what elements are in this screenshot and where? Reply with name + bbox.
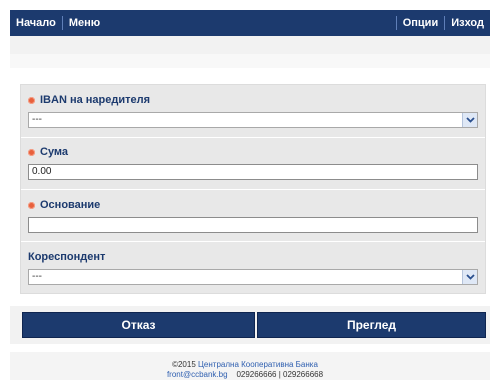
correspondent-select-value: ---: [32, 271, 42, 282]
correspondent-select[interactable]: ---: [28, 269, 478, 285]
payer-iban-select-value: ---: [32, 114, 42, 125]
payer-iban-select[interactable]: ---: [28, 112, 478, 128]
payer-iban-field: IBAN на наредителя ---: [21, 85, 485, 137]
footer-contact-line: front@ccbank.bg 029266666 | 029266668: [0, 370, 490, 380]
nav-options-link[interactable]: Опции: [397, 17, 445, 29]
amount-field: Сума 0.00: [21, 137, 485, 189]
payer-iban-label: IBAN на наредителя: [28, 94, 150, 106]
footer-email-link[interactable]: front@ccbank.bg: [167, 370, 228, 379]
footer: ©2015 Централна Кооперативна Банка front…: [0, 360, 490, 380]
amount-label-text: Сума: [40, 146, 69, 158]
reason-label: Основание: [28, 199, 100, 211]
nav-left-group: Начало Меню: [10, 10, 106, 36]
footer-copyright: ©2015: [172, 360, 196, 369]
required-icon: [28, 201, 35, 209]
preview-button[interactable]: Преглед: [257, 312, 486, 338]
chevron-down-icon[interactable]: [462, 113, 477, 127]
top-nav-bar: Начало Меню Опции Изход: [10, 10, 490, 36]
required-icon: [28, 148, 35, 156]
footer-copyright-line: ©2015 Централна Кооперативна Банка: [0, 360, 490, 370]
correspondent-field: Кореспондент ---: [21, 241, 485, 293]
payer-iban-label-text: IBAN на наредителя: [40, 94, 151, 106]
header-band: [10, 36, 490, 54]
nav-menu-link[interactable]: Меню: [63, 17, 106, 29]
amount-input[interactable]: 0.00: [28, 164, 478, 180]
footer-phones: 029266666 | 029266668: [236, 370, 324, 379]
chevron-down-icon[interactable]: [462, 270, 477, 284]
nav-logout-link[interactable]: Изход: [445, 17, 490, 29]
reason-input[interactable]: [28, 217, 478, 233]
reason-field: Основание: [21, 189, 485, 241]
correspondent-label-text: Кореспондент: [28, 251, 106, 263]
nav-right-group: Опции Изход: [395, 10, 490, 36]
footer-bank-link[interactable]: Централна Кооперативна Банка: [198, 360, 318, 369]
cancel-button[interactable]: Отказ: [22, 312, 255, 338]
reason-label-text: Основание: [40, 199, 101, 211]
amount-label: Сума: [28, 146, 68, 158]
transfer-form: IBAN на наредителя --- Сума 0.00 Основан…: [20, 84, 486, 294]
correspondent-label: Кореспондент: [28, 251, 105, 263]
header-band-secondary: [10, 54, 490, 68]
nav-home-link[interactable]: Начало: [10, 17, 62, 29]
required-icon: [28, 96, 35, 104]
